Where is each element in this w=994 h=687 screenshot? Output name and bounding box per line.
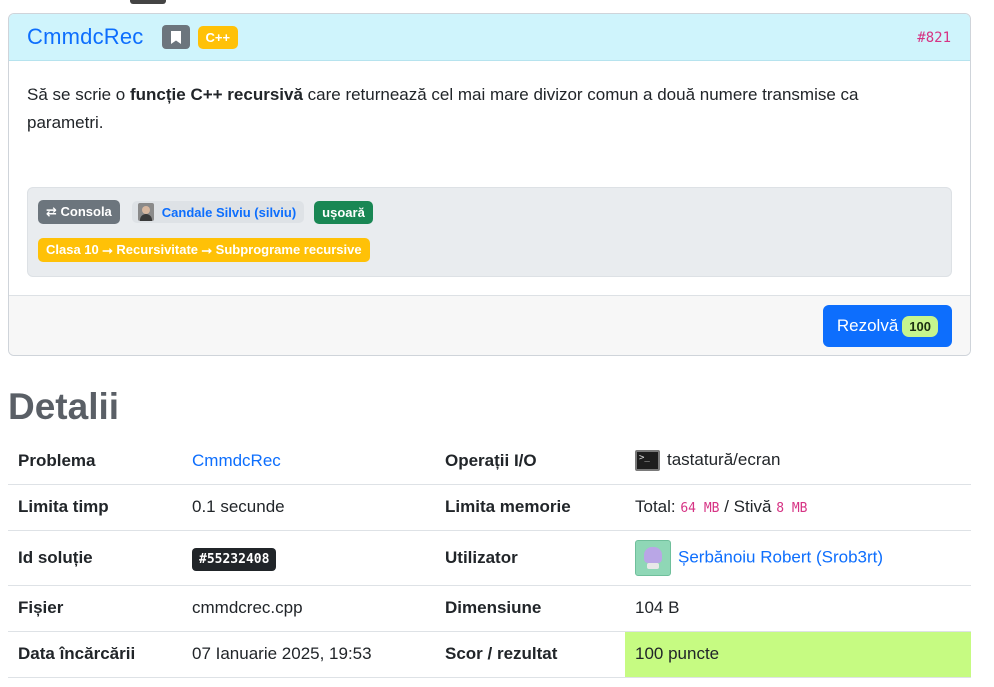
table-row: Problema CmmdcRec Operații I/O tastatură…	[8, 438, 971, 485]
clipped-heading-fragment	[130, 0, 166, 4]
size-label: Dimensiune	[435, 585, 625, 632]
problem-link[interactable]: CmmdcRec	[192, 451, 281, 470]
problem-card-footer: Rezolvă 100	[9, 295, 970, 355]
problem-meta-box: ⇄ Consola Candale Silviu (silviu) ușoară…	[27, 187, 952, 277]
memory-limit-label: Limita memorie	[435, 484, 625, 531]
user-label: Utilizator	[435, 530, 625, 586]
score-value: 100 puncte	[625, 631, 971, 678]
problem-card-body: Să se scrie o funcție C++ recursivă care…	[9, 61, 970, 295]
solve-button-label: Rezolvă	[836, 316, 899, 335]
file-label: Fișier	[8, 585, 182, 632]
author-name: Candale Silviu (silviu)	[161, 204, 297, 220]
io-value: tastatură/ecran	[667, 450, 781, 470]
upload-date-label: Data încărcării	[8, 631, 182, 678]
io-label: Operații I/O	[435, 438, 625, 485]
upload-date-value: 07 Ianuarie 2025, 19:53	[182, 631, 435, 678]
category-badge[interactable]: Clasa 10 ⭢ Recursivitate ⭢ Subprograme r…	[38, 238, 370, 262]
problem-statement: Să se scrie o funcție C++ recursivă care…	[27, 85, 859, 132]
problem-card-header: CmmdcRec C++ #821	[9, 14, 970, 61]
difficulty-badge: ușoară	[314, 200, 373, 224]
score-label: Scor / rezultat	[435, 631, 625, 678]
file-value: cmmdcrec.cpp	[182, 585, 435, 632]
terminal-icon	[635, 450, 660, 472]
memory-limit-value: Total: 64 MB / Stivă 8 MB	[625, 484, 971, 531]
time-limit-label: Limita timp	[8, 484, 182, 531]
problem-card: CmmdcRec C++ #821 Să se scrie o funcție …	[8, 13, 971, 356]
problem-id: #821	[917, 30, 951, 46]
solve-score-badge: 100	[902, 315, 938, 337]
author-avatar	[137, 203, 154, 221]
user-link[interactable]: Șerbănoiu Robert (Srob3rt)	[678, 547, 883, 566]
table-row: Fișier cmmdcrec.cpp Dimensiune 104 B	[8, 585, 971, 632]
details-heading: Detalii	[8, 386, 120, 427]
solution-id-badge: #55232408	[192, 547, 277, 571]
bookmark-icon[interactable]	[161, 25, 190, 49]
user-avatar	[635, 539, 671, 576]
io-type-badge: ⇄ Consola	[38, 200, 120, 224]
solution-id-label: Id soluție	[8, 530, 182, 586]
table-row: Id soluție #55232408 Utilizator Șerbănoi…	[8, 530, 971, 586]
author-link[interactable]: Candale Silviu (silviu)	[131, 201, 305, 223]
table-row: Data încărcării 07 Ianuarie 2025, 19:53 …	[8, 631, 971, 678]
problem-title[interactable]: CmmdcRec	[27, 24, 144, 50]
time-limit-value: 0.1 secunde	[182, 484, 435, 531]
language-badge: C++	[197, 25, 239, 49]
solve-button[interactable]: Rezolvă 100	[822, 305, 952, 347]
problem-label: Problema	[8, 438, 182, 485]
details-table: Problema CmmdcRec Operații I/O tastatură…	[8, 438, 971, 678]
table-row: Limita timp 0.1 secunde Limita memorie T…	[8, 484, 971, 531]
size-value: 104 B	[625, 585, 971, 632]
